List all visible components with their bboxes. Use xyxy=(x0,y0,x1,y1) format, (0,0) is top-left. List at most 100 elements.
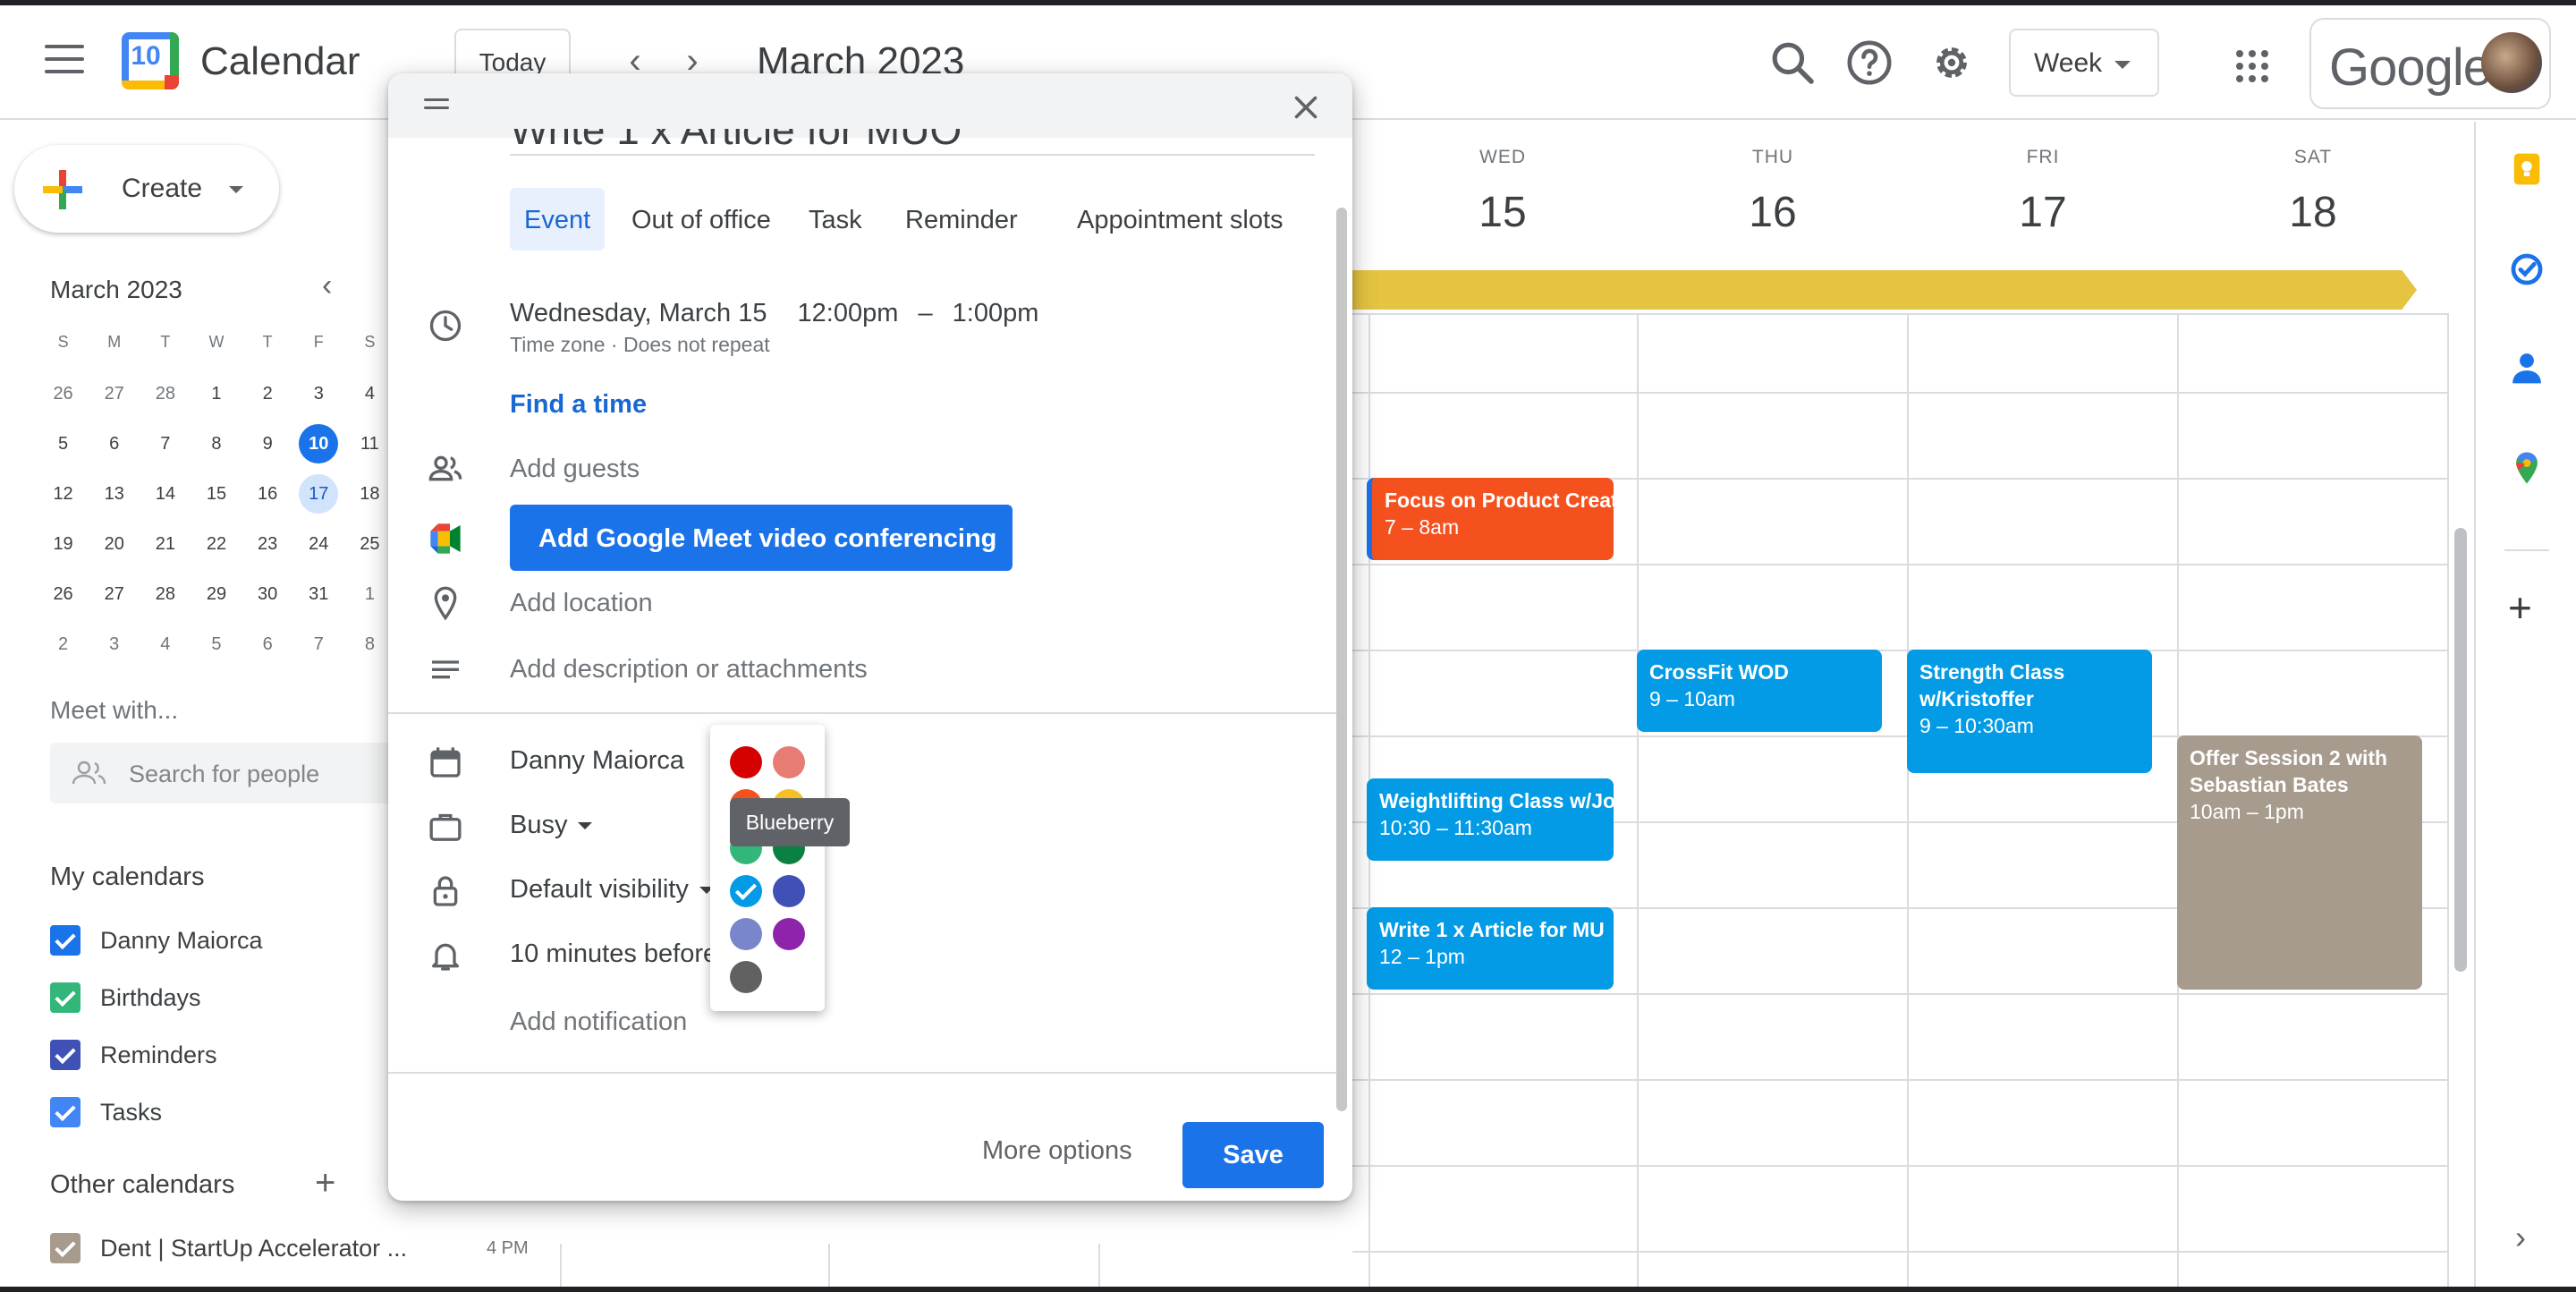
tab-appointment-slots[interactable]: Appointment slots xyxy=(1063,188,1298,251)
mini-day[interactable]: 7 xyxy=(293,625,344,675)
mini-day[interactable]: 3 xyxy=(89,625,140,675)
calendar-checkbox[interactable] xyxy=(50,1097,80,1127)
calendar-checkbox[interactable] xyxy=(50,982,80,1013)
mini-day[interactable]: 3 xyxy=(293,374,344,424)
mini-day[interactable]: 1 xyxy=(191,374,242,424)
event-offer-session[interactable]: Offer Session 2 with Sebastian Bates 10a… xyxy=(2177,735,2422,990)
contacts-icon[interactable] xyxy=(2510,351,2544,385)
all-day-event-banner[interactable] xyxy=(1352,270,2417,310)
tab-event[interactable]: Event xyxy=(510,188,606,251)
create-button[interactable]: Create xyxy=(14,145,279,233)
add-meet-button[interactable]: Add Google Meet video conferencing xyxy=(510,505,1013,571)
mini-day[interactable]: 9 xyxy=(242,424,293,474)
help-icon[interactable] xyxy=(1844,38,1894,88)
tab-out-of-office[interactable]: Out of office xyxy=(617,188,785,251)
mini-day[interactable]: 30 xyxy=(242,574,293,625)
event-weightlifting[interactable]: Weightlifting Class w/Jo 10:30 – 11:30am xyxy=(1367,778,1614,861)
event-datetime[interactable]: Wednesday, March 15 12:00pm – 1:00pm xyxy=(510,299,1038,328)
visibility-select[interactable]: Default visibility xyxy=(510,875,714,905)
main-menu-icon[interactable] xyxy=(45,45,84,77)
expand-panel-icon[interactable]: › xyxy=(2515,1219,2526,1256)
color-swatch[interactable] xyxy=(730,875,762,907)
mini-day[interactable]: 26 xyxy=(38,374,89,424)
event-start-time[interactable]: 12:00pm xyxy=(798,299,899,327)
mini-day[interactable]: 8 xyxy=(191,424,242,474)
mini-day[interactable]: 20 xyxy=(89,524,140,574)
mini-day[interactable]: 28 xyxy=(140,574,191,625)
mini-day[interactable]: 7 xyxy=(140,424,191,474)
day-num-sat[interactable]: 18 xyxy=(2259,188,2367,237)
save-button[interactable]: Save xyxy=(1182,1122,1324,1188)
mini-day[interactable]: 31 xyxy=(293,574,344,625)
add-other-calendar-icon[interactable]: + xyxy=(315,1165,335,1201)
mini-day[interactable]: 29 xyxy=(191,574,242,625)
event-end-time[interactable]: 1:00pm xyxy=(953,299,1039,327)
add-guests-input[interactable]: Add guests xyxy=(510,455,640,484)
event-crossfit[interactable]: CrossFit WOD 9 – 10am xyxy=(1637,650,1882,732)
mini-day[interactable]: 27 xyxy=(89,574,140,625)
mini-day[interactable]: 15 xyxy=(191,474,242,524)
maps-icon[interactable] xyxy=(2510,451,2544,485)
calendar-checkbox[interactable] xyxy=(50,925,80,956)
tasks-icon[interactable] xyxy=(2510,252,2544,286)
mini-day[interactable]: 23 xyxy=(242,524,293,574)
search-icon[interactable] xyxy=(1767,38,1818,88)
mini-day[interactable]: 12 xyxy=(38,474,89,524)
mini-day[interactable]: 27 xyxy=(89,374,140,424)
drag-handle-icon[interactable] xyxy=(424,98,449,111)
day-num-fri[interactable]: 17 xyxy=(1989,188,2097,237)
mini-day[interactable]: 14 xyxy=(140,474,191,524)
avatar[interactable] xyxy=(2481,32,2542,93)
mini-day[interactable]: 2 xyxy=(242,374,293,424)
mini-day[interactable]: 17 xyxy=(293,474,344,524)
day-num-wed[interactable]: 15 xyxy=(1449,188,1556,237)
view-selector[interactable]: Week xyxy=(2009,29,2159,97)
color-swatch[interactable] xyxy=(773,918,805,950)
dialog-scrollbar[interactable] xyxy=(1336,208,1347,1111)
calendar-owner[interactable]: Danny Maiorca xyxy=(510,746,684,776)
event-focus-product[interactable]: Focus on Product Creat 7 – 8am xyxy=(1367,478,1614,560)
keep-icon[interactable] xyxy=(2510,152,2544,186)
my-calendars-title[interactable]: My calendars xyxy=(50,863,204,892)
add-notification-link[interactable]: Add notification xyxy=(510,1007,687,1037)
notification-select[interactable]: 10 minutes before xyxy=(510,939,717,969)
mini-day[interactable]: 28 xyxy=(140,374,191,424)
mini-day[interactable]: 6 xyxy=(242,625,293,675)
add-location-input[interactable]: Add location xyxy=(510,589,653,618)
calendar-checkbox[interactable] xyxy=(50,1040,80,1070)
event-write-article[interactable]: Write 1 x Article for MU 12 – 1pm xyxy=(1367,907,1614,990)
mini-day[interactable]: 5 xyxy=(38,424,89,474)
other-calendars-title[interactable]: Other calendars xyxy=(50,1170,234,1200)
mini-day[interactable]: 4 xyxy=(140,625,191,675)
tab-reminder[interactable]: Reminder xyxy=(891,188,1032,251)
mini-day[interactable]: 10 xyxy=(293,424,344,474)
mini-prev-month-icon[interactable]: ‹ xyxy=(322,268,332,303)
mini-day[interactable]: 21 xyxy=(140,524,191,574)
grid-scrollbar[interactable] xyxy=(2454,528,2467,972)
account-switcher[interactable]: Google xyxy=(2309,18,2551,109)
color-swatch[interactable] xyxy=(773,746,805,778)
mini-day[interactable]: 22 xyxy=(191,524,242,574)
timezone-repeat[interactable]: Time zone · Does not repeat xyxy=(510,333,770,357)
close-icon[interactable] xyxy=(1290,91,1322,123)
mini-day[interactable]: 26 xyxy=(38,574,89,625)
busy-select[interactable]: Busy xyxy=(510,811,593,840)
mini-day[interactable]: 2 xyxy=(38,625,89,675)
color-swatch[interactable] xyxy=(773,875,805,907)
apps-icon[interactable] xyxy=(2236,50,2268,82)
color-swatch[interactable] xyxy=(730,918,762,950)
day-num-thu[interactable]: 16 xyxy=(1719,188,1826,237)
settings-icon[interactable] xyxy=(1927,38,1977,88)
more-options-button[interactable]: More options xyxy=(982,1136,1132,1166)
color-swatch[interactable] xyxy=(730,961,762,993)
search-people-input[interactable]: Search for people xyxy=(50,743,408,803)
app-title[interactable]: Calendar xyxy=(200,39,360,84)
get-addons-icon[interactable]: + xyxy=(2508,587,2532,628)
find-a-time-link[interactable]: Find a time xyxy=(510,390,647,420)
mini-day[interactable]: 6 xyxy=(89,424,140,474)
calendar-checkbox[interactable] xyxy=(50,1233,80,1263)
mini-day[interactable]: 24 xyxy=(293,524,344,574)
mini-day[interactable]: 16 xyxy=(242,474,293,524)
mini-day[interactable]: 13 xyxy=(89,474,140,524)
color-swatch[interactable] xyxy=(730,746,762,778)
